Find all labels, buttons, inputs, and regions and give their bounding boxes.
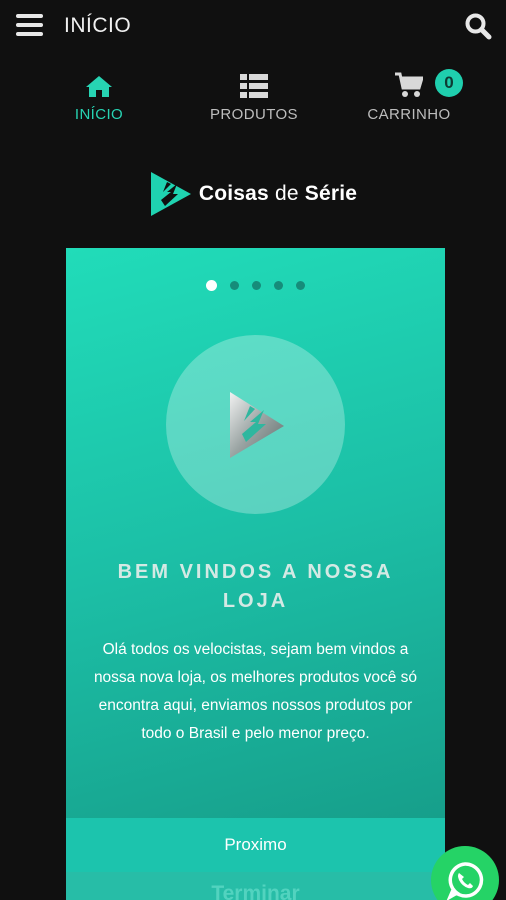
next-button[interactable]: Proximo: [66, 818, 445, 872]
tab-inicio-label: INÍCIO: [74, 106, 124, 123]
top-app-bar: INÍCIO: [0, 0, 506, 54]
brand-name-part1: Coisas: [198, 182, 275, 205]
brand-header: Coisas de Série: [0, 170, 506, 218]
tab-produtos-label: PRODUTOS: [210, 106, 298, 123]
slide-dot-4[interactable]: [274, 281, 283, 290]
slide-dot-1[interactable]: [206, 280, 217, 291]
cart-icon: [395, 72, 423, 97]
whatsapp-fab[interactable]: [431, 846, 499, 900]
slide-dot-2[interactable]: [230, 281, 239, 290]
page-title: INÍCIO: [64, 14, 132, 37]
search-icon[interactable]: [464, 12, 492, 40]
slide-indicator: [66, 280, 445, 291]
brand-name: Coisas de Série: [199, 182, 357, 206]
brand-name-part2: de: [274, 182, 299, 205]
slide-title: BEM VINDOS A NOSSA LOJA: [117, 561, 394, 612]
brand-logo-icon: [150, 172, 191, 216]
tab-produtos[interactable]: PRODUTOS: [184, 64, 324, 123]
slide-dot-3[interactable]: [252, 281, 261, 290]
tab-carrinho[interactable]: CARRINHO 0: [339, 64, 479, 123]
tab-inicio[interactable]: INÍCIO: [29, 64, 169, 123]
onboarding-card: BEM VINDOS A NOSSA LOJA Olá todos os vel…: [66, 248, 445, 900]
brand-name-part3: Série: [298, 182, 358, 205]
whatsapp-icon: [446, 862, 484, 900]
brand-logo-icon: [229, 391, 284, 458]
home-icon: [86, 76, 112, 97]
cart-count-badge: 0: [435, 69, 463, 97]
bottom-tab-nav: INÍCIO PRODUTOS CARRINHO 0: [0, 64, 506, 134]
hamburger-menu-icon[interactable]: [16, 14, 43, 37]
tab-carrinho-label: CARRINHO: [367, 106, 451, 123]
finish-button[interactable]: Terminar: [66, 872, 445, 900]
slide-illustration: [166, 335, 345, 514]
slide-dot-5[interactable]: [296, 281, 305, 290]
list-icon: [240, 74, 268, 98]
slide-description: Olá todos os velocistas, sejam bem vindo…: [93, 641, 418, 742]
